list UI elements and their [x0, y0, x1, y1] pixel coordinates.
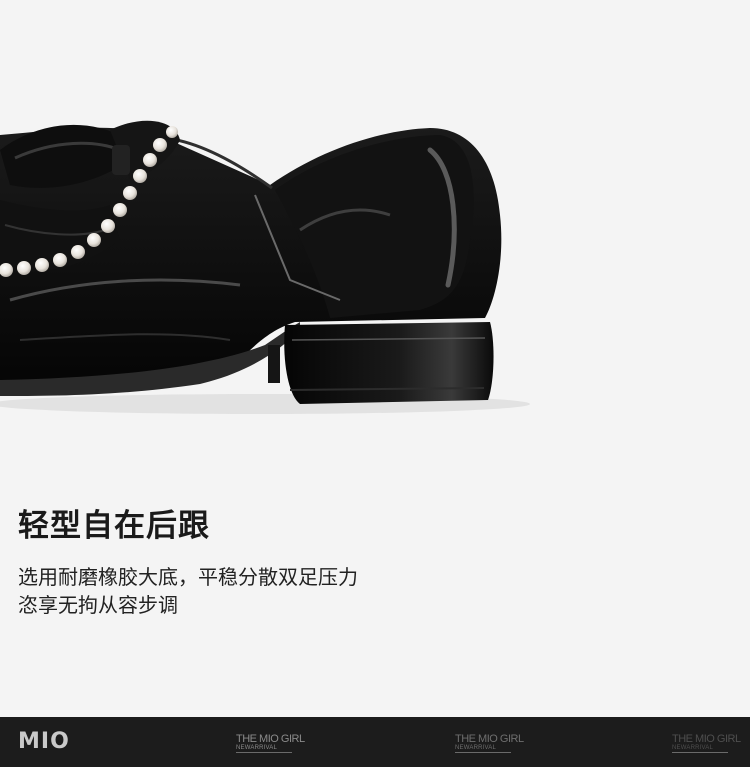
watermark-title: THE MIO GIRL: [672, 733, 741, 745]
watermark-subtitle: NEWARRIVAL: [455, 745, 511, 753]
product-photo: [0, 0, 750, 470]
watermark-subtitle: NEWARRIVAL: [236, 745, 292, 753]
watermark-subtitle: NEWARRIVAL: [672, 745, 728, 753]
watermark-title: THE MIO GIRL: [455, 733, 524, 745]
brand-logo: MIO: [18, 729, 70, 754]
watermark-title: THE MIO GIRL: [236, 733, 305, 745]
feature-heading: 轻型自在后跟: [18, 508, 210, 544]
feature-description: 选用耐磨橡胶大底，平稳分散双足压力 恣享无拘从容步调: [18, 563, 358, 619]
watermark: THE MIO GIRL NEWARRIVAL: [455, 734, 524, 753]
watermark: THE MIO GIRL NEWARRIVAL: [236, 734, 305, 753]
footer-bar: MIO THE MIO GIRL NEWARRIVAL THE MIO GIRL…: [0, 717, 750, 767]
shoe-illustration: [0, 120, 530, 414]
watermark: THE MIO GIRL NEWARRIVAL: [672, 734, 741, 753]
description-line-1: 选用耐磨橡胶大底，平稳分散双足压力: [18, 565, 358, 589]
description-line-2: 恣享无拘从容步调: [18, 593, 178, 617]
